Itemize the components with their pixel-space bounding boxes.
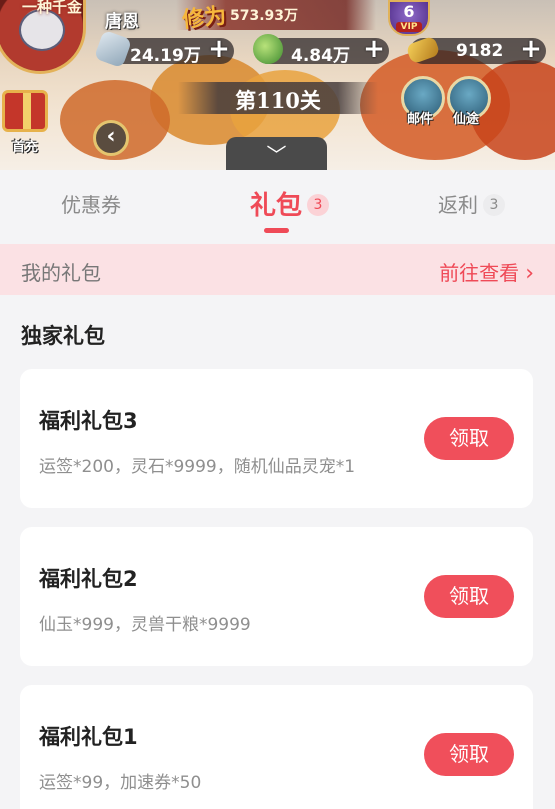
cultivation-label: 修为 (180, 2, 228, 34)
add-spirit-stone-button[interactable]: + (206, 36, 232, 62)
gift-pack-card: 福利礼包3 运签*200，灵石*9999，随机仙品灵宠*1 领取 (20, 369, 533, 508)
tab-count-badge: 3 (307, 193, 330, 216)
resource-spirit-stone: 24.19万 + (93, 29, 234, 69)
tab-coupons[interactable]: 优惠券 (61, 189, 121, 223)
tab-bar: 优惠券 礼包 3 返利 3 (0, 170, 555, 244)
gift-pack-card: 福利礼包1 运签*99，加速券*50 领取 (20, 685, 533, 809)
first-recharge-label: 首充 (12, 140, 39, 155)
resource-value: 9182 (456, 41, 504, 61)
claim-button[interactable]: 领取 (424, 733, 514, 776)
claim-button[interactable]: 领取 (424, 417, 514, 460)
game-header: 一种千金 唐恩 修为 573.93万 6 VIP 24.19万 + 4.84万 … (0, 0, 555, 170)
section-title: 独家礼包 (21, 324, 105, 348)
journey-label: 仙途 (453, 112, 480, 127)
mail-label: 邮件 (407, 112, 434, 127)
add-ticket-button[interactable]: + (518, 36, 544, 62)
stage-banner: 第110关 (178, 82, 378, 114)
resource-value: 4.84万 (291, 46, 350, 66)
stage-level: 第110关 (235, 88, 321, 113)
view-link-text: 前往查看 (439, 261, 520, 285)
tab-rebates[interactable]: 返利 3 (438, 189, 505, 223)
collapse-chevron-icon[interactable]: ﹀ (226, 137, 327, 170)
add-jade-button[interactable]: + (361, 36, 387, 62)
my-gifts-label: 我的礼包 (21, 261, 101, 285)
ticket-icon (405, 35, 441, 65)
gift-pack-title: 福利礼包3 (39, 409, 138, 433)
resource-jade: 4.84万 + (253, 34, 389, 66)
active-tab-indicator (264, 228, 289, 233)
back-arrow-icon[interactable]: ‹ (93, 120, 129, 156)
avatar-title-tag: 一种千金 (22, 0, 83, 16)
view-my-gifts-link[interactable]: 前往查看 › (439, 257, 534, 286)
player-name: 唐恩 (105, 12, 139, 32)
vip-label: VIP (396, 22, 422, 32)
jade-icon (253, 34, 283, 64)
gift-pack-contents: 运签*200，灵石*9999，随机仙品灵宠*1 (39, 457, 356, 477)
vip-badge[interactable]: 6 VIP (388, 0, 430, 36)
gift-pack-contents: 仙玉*999，灵兽干粮*9999 (39, 615, 251, 635)
gift-pack-card: 福利礼包2 仙玉*999，灵兽干粮*9999 领取 (20, 527, 533, 666)
gift-pack-contents: 运签*99，加速券*50 (39, 773, 202, 793)
tab-count-badge: 3 (483, 193, 505, 216)
gift-pack-title: 福利礼包2 (39, 567, 138, 591)
resource-ticket: 9182 + (405, 35, 546, 65)
chevron-right-icon: › (525, 261, 534, 286)
spirit-stone-icon (93, 29, 133, 69)
claim-button[interactable]: 领取 (424, 575, 514, 618)
first-recharge-gift-icon[interactable] (2, 90, 48, 132)
resource-value: 24.19万 (130, 46, 201, 66)
tab-label: 返利 (438, 193, 478, 217)
gift-pack-title: 福利礼包1 (39, 725, 138, 749)
tab-label: 礼包 (250, 191, 303, 221)
tab-label: 优惠券 (61, 193, 121, 217)
my-gifts-bar[interactable]: 我的礼包 前往查看 › (0, 244, 555, 295)
tab-gift-packs[interactable]: 礼包 3 (250, 185, 330, 221)
cultivation-value: 573.93万 (230, 8, 299, 24)
vip-level: 6 (403, 2, 415, 21)
gift-ribbon (23, 93, 31, 129)
